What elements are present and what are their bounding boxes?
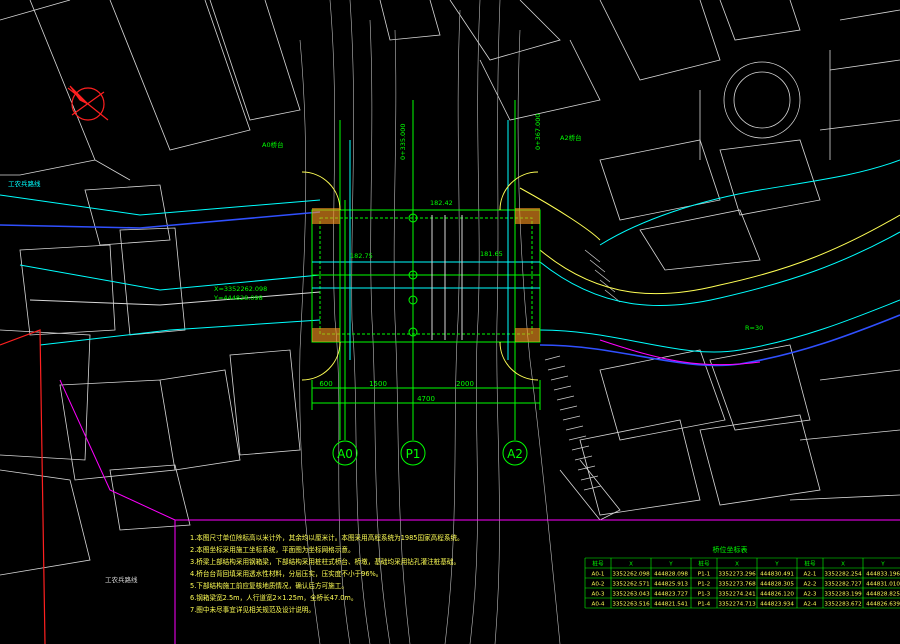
- table-cell: 3352283.199: [824, 592, 862, 598]
- curve-radius-label: R=30: [745, 324, 763, 332]
- dim-total: 4700: [417, 395, 435, 403]
- table-header-cell: 桩号: [698, 560, 710, 568]
- north-arrow-icon: [67, 85, 109, 121]
- dimension-labels: 600 1500 2000 4700: [319, 380, 474, 403]
- road-label-left: 工农兵路线: [8, 179, 41, 188]
- table-header-cell: 桩号: [804, 560, 816, 568]
- red-boundary: [0, 329, 46, 644]
- table-cell: A2-2: [804, 582, 817, 588]
- note-line: 1.本图尺寸单位除标高以米计外，其余均以厘米计。本图采用高程系统为1985国家高…: [190, 533, 464, 542]
- table-cell: A0-1: [592, 572, 605, 578]
- dim-span-mid: 1500: [369, 380, 387, 388]
- bridge-plan: [311, 100, 541, 440]
- axis-bubble-a2: A2: [502, 440, 528, 466]
- table-cell: P1-3: [698, 592, 711, 598]
- table-cell: 3352274.713: [718, 602, 756, 608]
- table-cell: 444833.196: [866, 572, 900, 578]
- table-header-cell: X: [735, 562, 739, 568]
- table-cell: 3352263.516: [612, 602, 650, 608]
- axis-bubble-p1: P1: [400, 440, 426, 466]
- design-notes: 1.本图尺寸单位除标高以米计外，其余均以厘米计。本图采用高程系统为1985国家高…: [190, 533, 464, 614]
- slope-hatching: [544, 249, 621, 491]
- elevation-label-3: 181.65: [480, 250, 503, 258]
- note-line: 5.下部结构施工前应复核地质情况，确认后方可施工。: [190, 581, 348, 590]
- coord-label-y: Y=444828.098: [213, 294, 263, 302]
- misc-labels: 工农兵路线 工农兵路线 R=30 0+335.000 0+367.000 A0桥…: [8, 114, 763, 584]
- elevation-label-2: 182.42: [430, 199, 453, 207]
- coord-label-x: X=3352262.098: [214, 285, 267, 293]
- table-cell: 444828.305: [760, 582, 794, 588]
- table-cell: P1-4: [698, 602, 711, 608]
- table-cell: 444823.727: [654, 592, 688, 598]
- table-cell: 444821.541: [654, 602, 688, 608]
- table-header-cell: Y: [774, 562, 779, 568]
- note-line: 6.钢箱梁宽2.5m，人行道宽2×1.25m，全桥长47.0m。: [190, 593, 357, 602]
- table-cell: A2-4: [804, 602, 817, 608]
- table-cell: 444828.098: [654, 572, 688, 578]
- table-cell: A2-1: [804, 572, 817, 578]
- axis-label-p1: P1: [406, 447, 421, 461]
- road-label-bottom-left: 工农兵路线: [105, 575, 138, 584]
- table-cell: A0-3: [592, 592, 605, 598]
- table-header-cell: Y: [880, 562, 885, 568]
- table-cell: 444823.934: [760, 602, 794, 608]
- station-top-right: 0+367.000: [534, 114, 542, 150]
- table-cell: 3352262.571: [612, 582, 650, 588]
- dim-span-left: 600: [319, 380, 332, 388]
- table-cell: P1-1: [698, 572, 711, 578]
- note-line: 7.图中未尽事宜详见相关规范及设计说明。: [190, 605, 315, 614]
- axis-bubble-a0: A0: [332, 440, 358, 466]
- table-cell: 3352274.241: [718, 592, 756, 598]
- table-header-cell: 桩号: [592, 560, 604, 568]
- note-line: 3.桥梁上部结构采用钢箱梁，下部结构采用桩柱式桥台、桥墩，基础均采用钻孔灌注桩基…: [190, 557, 460, 566]
- table-header-cell: X: [841, 562, 845, 568]
- coordinate-table: 桥位坐标表 桩号 X Y 桩号 X Y 桩号 X Y A0-1 3352262.098 444828.…: [584, 545, 900, 609]
- station-top-left: 0+335.000: [399, 124, 407, 160]
- table-cell: 3352263.043: [612, 592, 650, 598]
- table-cell: 3352282.727: [824, 582, 862, 588]
- table-cell: 444828.825: [866, 592, 900, 598]
- pier-a0-note: A0桥台: [262, 140, 284, 149]
- table-header-cell: X: [629, 562, 633, 568]
- table-cell: 3352273.296: [718, 572, 756, 578]
- note-line: 2.本图坐标采用施工坐标系统，平面图为坐标网格示意。: [190, 545, 355, 554]
- abutment-cones: [301, 171, 540, 381]
- table-cell: 444830.491: [760, 572, 794, 578]
- magenta-boundary: [59, 339, 900, 644]
- table-cell: A0-4: [592, 602, 605, 608]
- table-header-cell: Y: [668, 562, 673, 568]
- table-cell: P1-2: [698, 582, 711, 588]
- dim-span-right: 2000: [456, 380, 474, 388]
- elevation-label-1: 182.75: [350, 252, 373, 260]
- table-cell: 444826.639: [866, 602, 900, 608]
- table-cell: 3352262.098: [612, 572, 650, 578]
- table-cell: 3352282.254: [824, 572, 862, 578]
- coordinate-table-title: 桥位坐标表: [713, 545, 748, 554]
- pier-a2-note: A2桥台: [560, 133, 582, 142]
- cad-drawing-canvas: A0 P1 A2 600 1500 2000 4700 工农兵路线 工农兵路线 …: [0, 0, 900, 644]
- coordinate-table-grid: 桩号 X Y 桩号 X Y 桩号 X Y A0-1 3352262.098 444828.098 P1-…: [584, 557, 900, 609]
- axis-label-a2: A2: [507, 447, 523, 461]
- table-cell: 444825.913: [654, 582, 688, 588]
- axis-label-a0: A0: [337, 447, 353, 461]
- table-cell: A2-3: [804, 592, 817, 598]
- table-cell: 3352283.672: [824, 602, 861, 608]
- table-cell: 444826.120: [760, 592, 794, 598]
- table-cell: 444831.010: [866, 582, 900, 588]
- note-line: 4.桥台台背回填采用透水性材料，分层压实，压实度不小于96%。: [190, 569, 382, 578]
- table-cell: 3352273.768: [718, 582, 756, 588]
- table-cell: A0-2: [592, 582, 605, 588]
